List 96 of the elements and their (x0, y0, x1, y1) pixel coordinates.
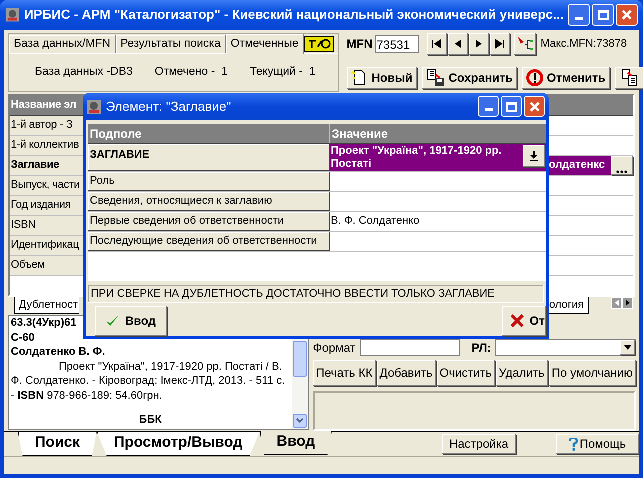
field-name-cell[interactable]: 1-й автор - З (10, 116, 83, 135)
download-arrow-icon (529, 151, 539, 161)
copy-record-button[interactable] (614, 66, 643, 89)
settings-button[interactable]: Настройка (442, 434, 516, 454)
card-heading: Солдатенко В. Ф. (11, 345, 106, 360)
close-button[interactable] (524, 96, 545, 117)
worksheet-dropdown[interactable] (495, 339, 636, 356)
field-name-cell[interactable]: Идентификац (10, 236, 83, 255)
tab[interactable]: База данных/MFN (9, 35, 116, 53)
window-title: ИРБИС - АРМ "Каталогизатор" - Киевский национальный экономический универс... (24, 6, 564, 24)
dropdown-arrow-icon (624, 345, 632, 350)
card-description: Проект "Україна", 1917-1920 рр. Постаті / В. Ф. Солдатенко. - Кіровоград: Імекс-ЛТД, 2013. - 511 с. - ISBN 978-966-189: 54.60грн. (11, 360, 286, 403)
mfn-label: MFN (346, 36, 373, 54)
cancel-button[interactable]: От (502, 306, 546, 336)
scrollbar-thumb[interactable] (293, 341, 308, 377)
tab[interactable]: Отмеченные (226, 34, 304, 54)
minimize-icon (575, 17, 583, 20)
field-value-cell[interactable]: олдатенкс (548, 156, 611, 175)
column-header: Подполе (88, 124, 330, 143)
app-icon (86, 98, 102, 114)
ellipsis-icon (616, 170, 628, 174)
output-button[interactable]: Печать КК (313, 360, 376, 386)
close-button[interactable] (616, 4, 638, 26)
card-section-title: ББК (138, 413, 163, 428)
status-text: Текущий - 1 (250, 64, 316, 80)
subfield-name-cell[interactable]: Первые сведения об ответственности (88, 212, 330, 231)
app-icon (5, 7, 20, 23)
right-arrow-icon (624, 300, 630, 306)
previous-arrow-icon (452, 39, 463, 50)
field-name-cell[interactable]: ISBN (10, 216, 83, 235)
next-arrow-icon (474, 39, 484, 50)
minimize-icon (484, 108, 492, 111)
record-button[interactable]: Отменить (522, 66, 610, 89)
undo-icon (526, 68, 544, 87)
next-record-button[interactable] (468, 33, 489, 56)
ellipsis-button[interactable] (611, 156, 633, 175)
maximize-button[interactable] (592, 4, 614, 26)
status-text: Отмечено - 1 (154, 64, 228, 80)
toolbar-button[interactable] (304, 36, 334, 52)
maximize-icon (598, 10, 608, 20)
field-name-cell[interactable]: Выпуск, части (10, 176, 83, 195)
last-arrow-icon (494, 39, 505, 50)
field-name-cell[interactable]: Заглавие (10, 156, 83, 175)
copy-document-icon (620, 68, 639, 87)
record-button[interactable]: Новый (346, 66, 417, 89)
field-name-cell[interactable]: 1-й коллектив (10, 136, 83, 155)
first-arrow-icon (432, 39, 442, 50)
previous-record-button[interactable] (448, 33, 468, 56)
save-document-icon (426, 68, 446, 87)
left-arrow-icon (614, 300, 620, 306)
output-button[interactable]: Удалить (496, 360, 548, 386)
max-mfn-text: Макс.MFN:73878 (540, 37, 628, 52)
maximize-button[interactable] (501, 96, 522, 117)
column-header: Значение (331, 126, 390, 142)
worksheet-tab[interactable]: Дублетност (14, 297, 80, 314)
record-button[interactable]: Сохранить (422, 66, 518, 89)
subfield-name-cell[interactable]: Последующие сведения об ответственности (88, 232, 330, 251)
subfield-name-cell[interactable]: ЗАГЛАВИЕ (88, 144, 330, 171)
mode-tab[interactable]: Ввод (260, 431, 332, 455)
output-button[interactable]: По умолчанию (548, 360, 636, 386)
maximize-icon (506, 102, 517, 112)
database-switch-icon (306, 39, 331, 49)
subfield-name-cell[interactable]: Сведения, относящиеся к заглавию (88, 192, 330, 211)
status-text: База данных -DB3 (35, 64, 133, 80)
worksheet-tab[interactable]: ология (548, 297, 589, 314)
output-button[interactable]: Очистить (436, 360, 496, 386)
ok-button[interactable]: Ввод (95, 306, 167, 336)
card-heading: С-60 (11, 330, 35, 345)
expand-button[interactable] (523, 145, 545, 167)
question-icon (568, 438, 578, 450)
scroll-right-button[interactable] (622, 297, 633, 309)
tab[interactable]: Результаты поиска (116, 35, 226, 53)
subfield-name-cell[interactable]: Роль (88, 172, 330, 191)
close-icon (621, 9, 633, 21)
hint-text: ПРИ СВЕРКЕ НА ДУБЛЕТНОСТЬ ДОСТАТОЧНО ВВЕСТИ ТОЛЬКО ЗАГЛАВИЕ (88, 285, 544, 303)
mode-tab[interactable]: Поиск (18, 432, 98, 456)
mfn-field[interactable]: 73531 (374, 35, 419, 54)
help-button[interactable]: Помощь (556, 434, 639, 454)
worksheet-label: РЛ: (472, 340, 492, 356)
subfield-value-cell[interactable]: В. Ф. Солдатенко (330, 212, 546, 231)
field-name-cell[interactable]: Год издания (10, 196, 83, 215)
mode-tab[interactable]: Просмотр/Вывод (97, 432, 260, 456)
close-icon (528, 100, 540, 112)
format-label: Формат (313, 340, 356, 356)
first-record-button[interactable] (426, 33, 447, 56)
last-record-button[interactable] (490, 33, 510, 56)
card-heading: 63.3(4Укр)61 (11, 316, 77, 330)
cross-icon (511, 314, 524, 328)
format-dropdown[interactable] (360, 339, 460, 356)
output-button[interactable]: Добавить (376, 360, 436, 386)
dialog-title: Элемент: "Заглавие" (106, 98, 232, 116)
minimize-button[interactable] (568, 4, 590, 26)
search-tree-button[interactable] (514, 33, 536, 56)
minimize-button[interactable] (478, 96, 499, 117)
field-name-cell[interactable]: Объем (10, 256, 83, 275)
column-header: Название эл (10, 98, 78, 114)
